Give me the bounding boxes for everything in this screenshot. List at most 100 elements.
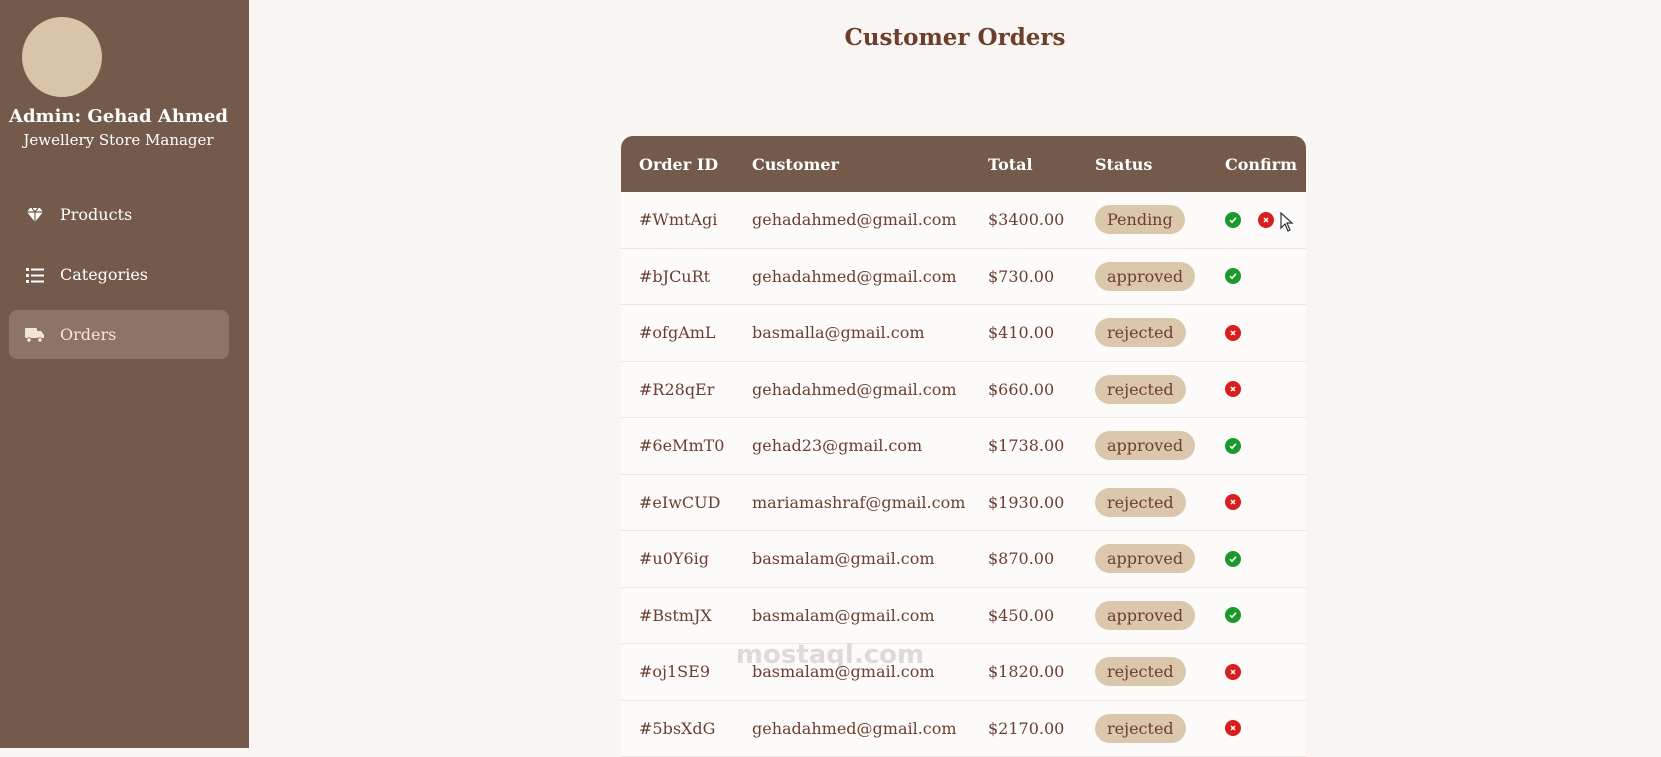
rejected-icon [1225,494,1241,510]
order-total: $410.00 [970,323,1077,342]
table-row: #eIwCUDmariamashraf@gmail.com$1930.00 rej… [621,475,1306,532]
customer-email: basmalam@gmail.com [734,549,970,568]
order-id: #bJCuRt [621,267,734,286]
table-row: #bJCuRtgehadahmed@gmail.com$730.00 approv… [621,249,1306,306]
order-id: #u0Y6ig [621,549,734,568]
status-cell: approved [1077,262,1208,291]
status-cell: approved [1077,544,1208,573]
table-row: #5bsXdGgehadahmed@gmail.com$2170.00 rejec… [621,701,1306,757]
order-total: $450.00 [970,606,1077,625]
order-total: $2170.00 [970,719,1077,738]
customer-email: gehadahmed@gmail.com [734,719,970,738]
confirm-actions [1208,664,1306,680]
confirm-actions [1208,268,1306,284]
customer-email: gehadahmed@gmail.com [734,380,970,399]
order-total: $730.00 [970,267,1077,286]
approved-icon [1225,551,1241,567]
status-badge: approved [1095,431,1195,460]
avatar [22,17,102,97]
customer-email: basmalla@gmail.com [734,323,970,342]
customer-email: gehadahmed@gmail.com [734,210,970,229]
rejected-icon [1225,381,1241,397]
gem-icon [25,205,45,225]
header-confirm: Confirm [1208,155,1306,174]
table-row: #6eMmT0gehad23@gmail.com$1738.00 approved [621,418,1306,475]
confirm-actions [1208,494,1306,510]
table-row: #ofgAmLbasmalla@gmail.com$410.00 rejected [621,305,1306,362]
order-total: $660.00 [970,380,1077,399]
order-id: #eIwCUD [621,493,734,512]
status-badge: rejected [1095,488,1186,517]
rejected-icon [1225,664,1241,680]
status-badge: approved [1095,544,1195,573]
sidebar-item-label: Categories [60,265,148,284]
status-cell: rejected [1077,657,1208,686]
status-badge: rejected [1095,318,1186,347]
header-order-id: Order ID [621,155,734,174]
status-cell: approved [1077,431,1208,460]
order-id: #5bsXdG [621,719,734,738]
watermark: mostaql.com [730,640,930,670]
header-customer: Customer [734,155,970,174]
status-cell: rejected [1077,714,1208,743]
table-row: #WmtAgigehadahmed@gmail.com$3400.00 Pendi… [621,192,1306,249]
approved-icon [1225,607,1241,623]
order-id: #oj1SE9 [621,662,734,681]
status-badge: rejected [1095,714,1186,743]
status-cell: rejected [1077,318,1208,347]
order-id: #ofgAmL [621,323,734,342]
confirm-actions [1208,720,1306,736]
rejected-icon [1225,325,1241,341]
table-row: #BstmJXbasmalam@gmail.com$450.00 approved [621,588,1306,645]
sidebar: Admin: Gehad Ahmed Jewellery Store Manag… [0,0,249,748]
status-cell: rejected [1077,375,1208,404]
confirm-actions [1208,551,1306,567]
customer-email: gehadahmed@gmail.com [734,267,970,286]
status-cell: approved [1077,601,1208,630]
list-icon [25,265,45,285]
order-total: $3400.00 [970,210,1077,229]
confirm-actions [1208,438,1306,454]
order-id: #6eMmT0 [621,436,734,455]
order-id: #R28qEr [621,380,734,399]
approve-icon[interactable] [1225,212,1241,228]
customer-email: gehad23@gmail.com [734,436,970,455]
confirm-actions [1208,325,1306,341]
reject-icon[interactable] [1258,212,1274,228]
confirm-actions [1208,607,1306,623]
rejected-icon [1225,720,1241,736]
sidebar-item-products[interactable]: Products [9,190,229,239]
order-total: $1930.00 [970,493,1077,512]
order-id: #BstmJX [621,606,734,625]
confirm-actions [1208,381,1306,397]
table-row: #R28qErgehadahmed@gmail.com$660.00 reject… [621,362,1306,419]
approved-icon [1225,268,1241,284]
order-total: $1820.00 [970,662,1077,681]
mouse-cursor-icon [1280,212,1294,236]
sidebar-item-categories[interactable]: Categories [9,250,229,299]
header-status: Status [1077,155,1208,174]
admin-role: Jewellery Store Manager [0,131,237,149]
sidebar-item-label: Orders [60,325,116,344]
table-body: #WmtAgigehadahmed@gmail.com$3400.00Pendi… [621,192,1306,757]
status-cell: Pending [1077,205,1208,234]
orders-table: Order ID Customer Total Status Confirm #… [621,136,1306,757]
table-row: #u0Y6igbasmalam@gmail.com$870.00 approved [621,531,1306,588]
order-total: $1738.00 [970,436,1077,455]
header-total: Total [970,155,1077,174]
sidebar-item-orders[interactable]: Orders [9,310,229,359]
admin-name: Admin: Gehad Ahmed [0,106,237,127]
table-header: Order ID Customer Total Status Confirm [621,136,1306,192]
order-id: #WmtAgi [621,210,734,229]
customer-email: mariamashraf@gmail.com [734,493,970,512]
status-badge: approved [1095,262,1195,291]
status-badge: Pending [1095,205,1185,234]
order-total: $870.00 [970,549,1077,568]
truck-icon [25,325,45,345]
status-badge: approved [1095,601,1195,630]
status-cell: rejected [1077,488,1208,517]
status-badge: rejected [1095,375,1186,404]
approved-icon [1225,438,1241,454]
customer-email: basmalam@gmail.com [734,606,970,625]
sidebar-item-label: Products [60,205,132,224]
